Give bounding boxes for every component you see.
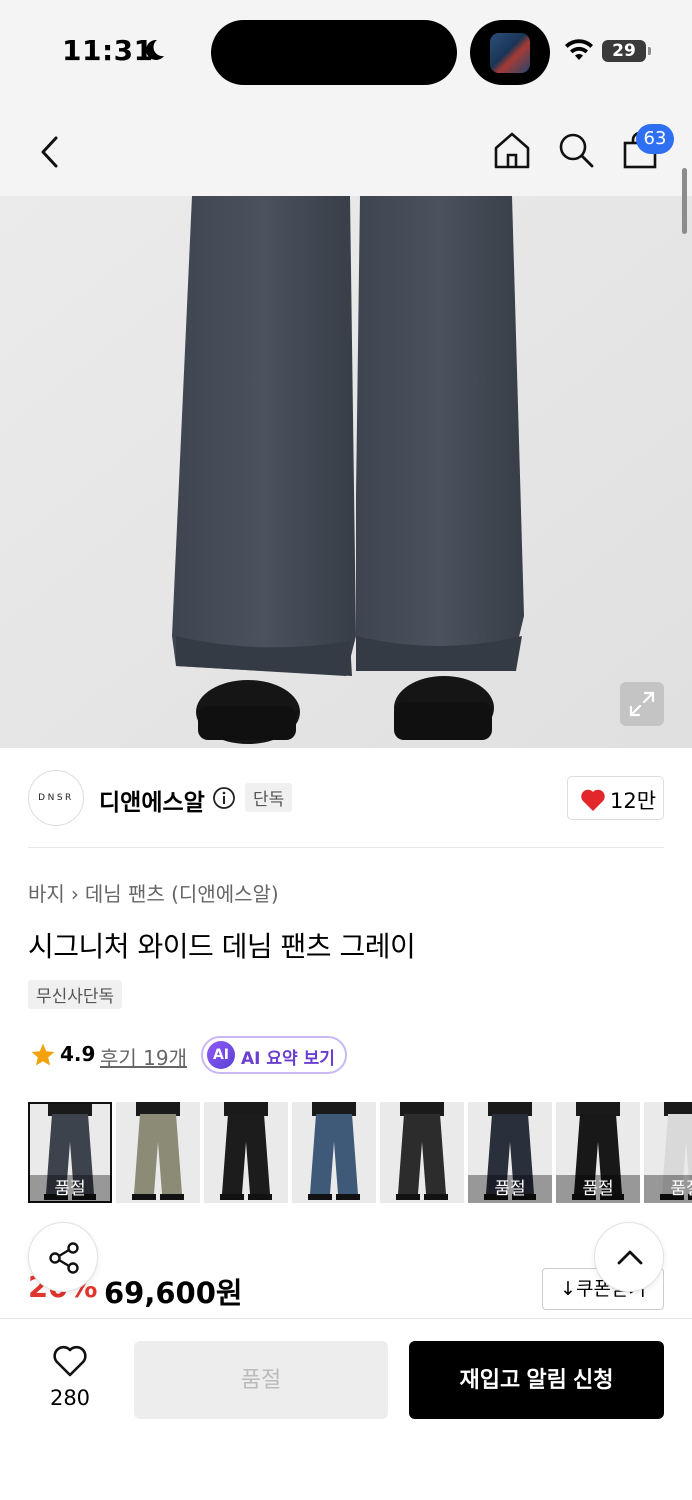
status-bar: 11:31 29 [0, 0, 692, 108]
info-icon[interactable] [212, 786, 236, 810]
search-icon[interactable] [556, 130, 596, 170]
download-icon: ↓ [560, 1278, 576, 1300]
variant-thumbnail[interactable] [116, 1102, 200, 1203]
dynamic-island [211, 20, 457, 85]
variant-thumbnail[interactable]: 품절 [556, 1102, 640, 1203]
expand-image-button[interactable] [620, 682, 664, 726]
variant-thumbnail-photo [292, 1102, 376, 1203]
soldout-label: 품절 [28, 1175, 112, 1203]
variant-thumbnail[interactable]: 품절 [468, 1102, 552, 1203]
restock-alert-button[interactable]: 재입고 알림 신청 [409, 1341, 664, 1419]
variant-thumbnail-photo [116, 1102, 200, 1203]
product-title: 시그니처 와이드 데님 팬츠 그레이 [28, 930, 416, 963]
soldout-label: 품절 [644, 1175, 692, 1203]
reviews-link[interactable]: 후기 19개 [100, 1042, 187, 1071]
home-icon[interactable] [492, 130, 532, 170]
ai-icon: AI [207, 1041, 235, 1069]
variant-thumbnail[interactable]: 품절 [28, 1102, 112, 1203]
share-icon [49, 1242, 79, 1274]
share-button[interactable] [28, 1222, 98, 1292]
soldout-label: 품절 [468, 1175, 552, 1203]
ai-summary-button[interactable]: AI AI 요약 보기 [201, 1036, 347, 1074]
product-photo [0, 196, 692, 748]
breadcrumb-item-subcategory[interactable]: 데님 팬츠 (디앤에스알) [85, 882, 279, 906]
product-main-image[interactable] [0, 196, 692, 748]
expand-icon [629, 691, 655, 717]
breadcrumb: 바지 › 데님 팬츠 (디앤에스알) [28, 878, 279, 907]
variant-thumbnail-photo [380, 1102, 464, 1203]
heart-filled-icon [581, 789, 605, 811]
app-icon [490, 33, 530, 73]
variant-thumbnail[interactable] [204, 1102, 288, 1203]
battery-indicator: 29 [602, 40, 651, 62]
chevron-left-icon[interactable] [38, 136, 62, 168]
ai-summary-label: AI 요약 보기 [241, 1049, 335, 1069]
rating-score: 4.9 [60, 1042, 96, 1066]
divider [28, 847, 664, 848]
wifi-icon [565, 39, 593, 60]
scroll-indicator [682, 168, 687, 234]
wishlist-count: 280 [49, 1386, 91, 1410]
variant-thumbnail-photo [204, 1102, 288, 1203]
top-nav [0, 108, 692, 196]
star-icon [31, 1043, 55, 1066]
brand-like-count: 12만 [610, 789, 657, 813]
live-activity [470, 20, 550, 85]
variant-thumbnail[interactable]: 품절 [644, 1102, 692, 1203]
chevron-up-icon [617, 1250, 643, 1265]
chevron-right-icon: › [70, 882, 79, 906]
moon-icon [146, 39, 164, 60]
variant-thumbnail[interactable] [380, 1102, 464, 1203]
color-variant-thumbnails: 품절품절품절품절 [28, 1102, 692, 1204]
brand-logo[interactable]: DNSR [28, 770, 84, 826]
variant-thumbnail[interactable] [292, 1102, 376, 1203]
exclusive-tag: 무신사단독 [28, 980, 123, 1009]
brand-name[interactable]: 디앤에스알 [99, 783, 205, 817]
breadcrumb-item-category[interactable]: 바지 [28, 882, 65, 906]
brand-like-button[interactable]: 12만 [567, 776, 664, 820]
cart-count-badge: 63 [636, 124, 674, 154]
final-price: 69,600원 [104, 1276, 243, 1310]
exclusive-badge: 단독 [245, 783, 293, 812]
soldout-label: 품절 [556, 1175, 640, 1203]
status-time: 11:31 [62, 34, 154, 67]
soldout-button: 품절 [134, 1341, 388, 1419]
heart-outline-icon [53, 1345, 87, 1377]
scroll-top-button[interactable] [594, 1222, 664, 1292]
